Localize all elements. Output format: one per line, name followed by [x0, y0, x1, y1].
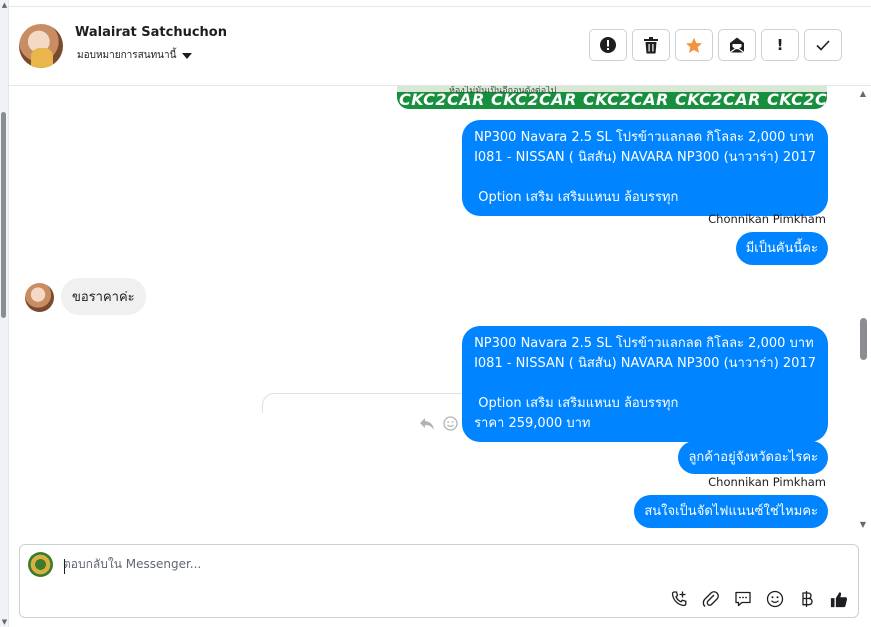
scroll-down-icon[interactable]: ▼ [858, 520, 868, 529]
scroll-thumb[interactable] [860, 318, 867, 360]
assign-conversation-dropdown[interactable]: มอบหมายการสนทนานี้ [77, 48, 193, 63]
header-actions: ! [589, 29, 842, 61]
baht-icon [802, 591, 813, 607]
emoji-icon [766, 590, 784, 608]
assign-label: มอบหมายการสนทนานี้ [77, 50, 177, 61]
message-bubble-in[interactable]: ขอราคาค่ะ [61, 278, 146, 315]
left-scroll-up-icon[interactable]: ▲ [0, 0, 9, 10]
contact-name[interactable]: Walairat Satchuchon [75, 25, 227, 40]
reply-icon[interactable] [419, 417, 435, 431]
attach-icon [702, 591, 719, 607]
text-cursor [64, 559, 65, 574]
composer-toolbar [670, 590, 848, 608]
like-icon [830, 591, 848, 607]
mark-unread-icon [729, 37, 745, 53]
conversation-header: Walairat Satchuchon มอบหมายการสนทนานี้ ! [9, 6, 871, 86]
message-bubble-out[interactable]: NP300 Navara 2.5 SL โปรข้าวแลกลด กิโลละ … [462, 326, 828, 442]
caret-down-icon [182, 53, 193, 59]
emoji-button[interactable] [766, 590, 784, 608]
page-avatar [28, 552, 53, 577]
star-icon [686, 37, 702, 53]
important-icon: ! [776, 36, 784, 54]
message-hover-tools [419, 416, 458, 431]
sender-name: Chonnikan Pimkham [708, 475, 826, 489]
left-scroll-thumb[interactable] [1, 112, 6, 318]
message-bubble-out[interactable]: มีเป็นคันนี้คะ [735, 232, 828, 265]
done-button[interactable] [804, 29, 842, 61]
contact-avatar-small[interactable] [25, 283, 54, 312]
call-button[interactable] [670, 590, 688, 608]
left-scroll-down-icon[interactable]: ▼ [0, 617, 9, 627]
reply-input[interactable] [63, 557, 763, 571]
message-bubble-out[interactable]: ลูกค้าอยู่จังหวัดอะไรคะ [678, 441, 828, 474]
react-emoji-icon[interactable] [443, 416, 458, 431]
hover-card-outline [262, 393, 472, 413]
shared-image[interactable]: ห้องไม่มันเป็นอีกอนดังต่อไป CKC2CAR CKC2… [397, 86, 827, 109]
delete-button[interactable] [632, 29, 670, 61]
message-bubble-out[interactable]: NP300 Navara 2.5 SL โปรข้าวแลกลด กิโลละ … [462, 120, 828, 216]
star-button[interactable] [675, 29, 713, 61]
sender-name: Chonnikan Pimkham [708, 212, 826, 226]
message-list[interactable]: ห้องไม่มันเป็นอีกอนดังต่อไป CKC2CAR CKC2… [9, 86, 858, 536]
saved-reply-icon [735, 591, 751, 607]
report-button[interactable] [589, 29, 627, 61]
mark-unread-button[interactable] [718, 29, 756, 61]
like-button[interactable] [830, 590, 848, 608]
report-icon [600, 37, 616, 53]
scroll-up-icon[interactable]: ▲ [858, 89, 868, 98]
call-plus-icon [671, 591, 687, 607]
message-scrollbar[interactable]: ▲ ▼ [858, 86, 868, 536]
message-composer [19, 544, 859, 618]
image-logo-text: CKC2CAR CKC2CAR CKC2CAR CKC2CAR CKC2CAR … [399, 90, 827, 109]
message-bubble-out[interactable]: สนใจเป็นจัดไฟแนนซ์ใช่ไหมคะ [634, 495, 828, 528]
messenger-window: ▲ ▼ Walairat Satchuchon มอบหมายการสนทนาน… [0, 0, 871, 627]
left-scrollbar[interactable]: ▲ ▼ [0, 0, 9, 627]
saved-reply-button[interactable] [734, 590, 752, 608]
done-icon [816, 39, 830, 51]
attach-button[interactable] [702, 590, 720, 608]
important-button[interactable]: ! [761, 29, 799, 61]
trash-icon [644, 36, 658, 53]
contact-avatar[interactable] [19, 24, 63, 68]
payment-button[interactable] [798, 590, 816, 608]
